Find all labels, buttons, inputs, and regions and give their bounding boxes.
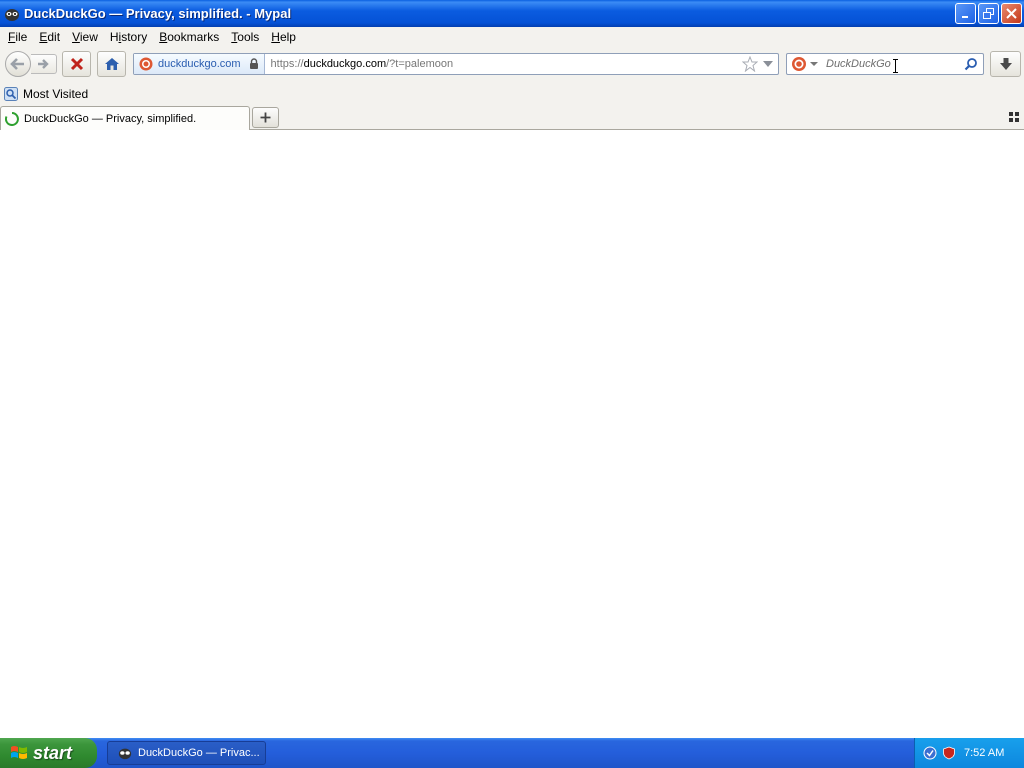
menu-file[interactable]: File	[2, 30, 33, 44]
search-magnifier-icon[interactable]	[964, 57, 978, 71]
start-button[interactable]: start	[0, 738, 97, 768]
minimize-icon	[962, 16, 968, 18]
system-tray: 7:52 AM	[914, 738, 1024, 768]
plus-icon	[260, 112, 271, 123]
menu-tools[interactable]: Tools	[225, 30, 265, 44]
taskbar: start DuckDuckGo — Privac... 7:52 AM	[0, 738, 1024, 768]
stop-button[interactable]	[62, 51, 91, 77]
navigation-toolbar: duckduckgo.com https://duckduckgo.com/?t…	[0, 46, 1024, 83]
bookmark-label: Most Visited	[23, 87, 89, 101]
search-engine-icon[interactable]	[791, 56, 807, 72]
search-bar[interactable]: DuckDuckGo	[786, 53, 984, 75]
page-content[interactable]	[0, 130, 1024, 738]
back-button[interactable]	[5, 51, 31, 77]
close-window-button[interactable]	[1001, 3, 1022, 24]
url-text[interactable]: https://duckduckgo.com/?t=palemoon	[265, 58, 742, 70]
taskbar-item-mypal[interactable]: DuckDuckGo — Privac...	[107, 741, 266, 765]
download-arrow-icon	[999, 58, 1012, 70]
start-label: start	[33, 742, 73, 763]
home-button[interactable]	[97, 51, 126, 77]
restore-button[interactable]	[978, 3, 999, 24]
mypal-app-icon	[5, 8, 19, 21]
close-icon	[1006, 8, 1017, 19]
bookmarks-toolbar: Most Visited	[0, 83, 1024, 105]
window-title: DuckDuckGo — Privacy, simplified. - Mypa…	[24, 6, 292, 21]
forward-button[interactable]	[31, 54, 57, 74]
most-visited-icon	[4, 87, 18, 101]
stop-x-icon	[70, 57, 83, 71]
tab-strip: DuckDuckGo — Privacy, simplified.	[0, 105, 1024, 130]
url-dropdown-icon[interactable]	[762, 59, 774, 69]
forward-arrow-icon	[37, 59, 49, 69]
padlock-icon	[249, 58, 258, 69]
bookmark-most-visited[interactable]: Most Visited	[4, 87, 88, 101]
minimize-button[interactable]	[955, 3, 976, 24]
downloads-button[interactable]	[990, 51, 1021, 77]
tab-duckduckgo[interactable]: DuckDuckGo — Privacy, simplified.	[0, 106, 250, 130]
back-arrow-icon	[10, 58, 24, 70]
home-icon	[104, 58, 119, 70]
task-label: DuckDuckGo — Privac...	[138, 747, 260, 759]
text-cursor-icon	[893, 59, 898, 73]
menu-view[interactable]: View	[66, 30, 104, 44]
tab-title: DuckDuckGo — Privacy, simplified.	[24, 112, 197, 125]
menu-help[interactable]: Help	[265, 30, 302, 44]
engine-dropdown-icon[interactable]	[810, 61, 818, 67]
bookmark-star-icon[interactable]	[742, 56, 758, 72]
shield-tray-icon[interactable]	[942, 746, 956, 760]
all-tabs-icon[interactable]	[1009, 112, 1019, 122]
security-tray-icon[interactable]	[923, 746, 937, 760]
menu-history[interactable]: History	[104, 30, 153, 44]
loading-spinner-icon	[5, 111, 19, 126]
identity-label: duckduckgo.com	[158, 58, 241, 70]
windows-logo-icon	[11, 746, 27, 759]
restore-icon	[983, 8, 994, 19]
mypal-task-icon	[118, 748, 132, 760]
window-titlebar[interactable]: DuckDuckGo — Privacy, simplified. - Mypa…	[0, 0, 1024, 27]
site-identity-button[interactable]: duckduckgo.com	[134, 54, 265, 74]
clock: 7:52 AM	[964, 747, 1005, 759]
menu-edit[interactable]: Edit	[33, 30, 66, 44]
menu-bookmarks[interactable]: Bookmarks	[153, 30, 225, 44]
menu-bar: File Edit View History Bookmarks Tools H…	[0, 27, 1024, 46]
new-tab-button[interactable]	[252, 107, 279, 128]
duckduckgo-favicon-icon	[139, 57, 153, 71]
address-bar[interactable]: duckduckgo.com https://duckduckgo.com/?t…	[133, 53, 779, 75]
